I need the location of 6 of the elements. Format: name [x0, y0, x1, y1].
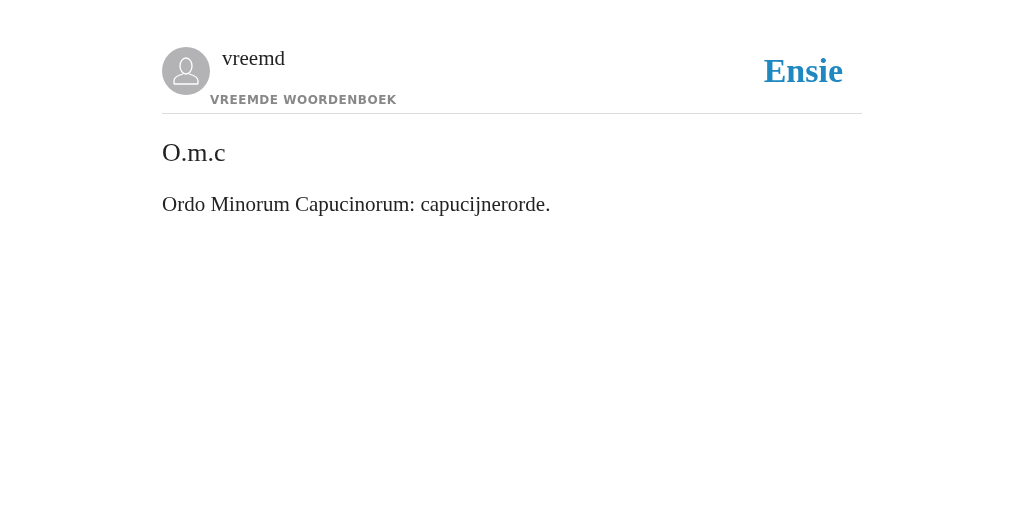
username[interactable]: vreemd	[222, 46, 285, 71]
entry-term: O.m.c	[162, 138, 227, 168]
logo[interactable]: Ensie	[763, 52, 843, 90]
entry-definition: Ordo Minorum Capucinorum: capucijnerorde.	[162, 192, 552, 217]
dictionary-name[interactable]: VREEMDE WOORDENBOEK	[210, 93, 397, 107]
person-icon	[172, 56, 200, 86]
